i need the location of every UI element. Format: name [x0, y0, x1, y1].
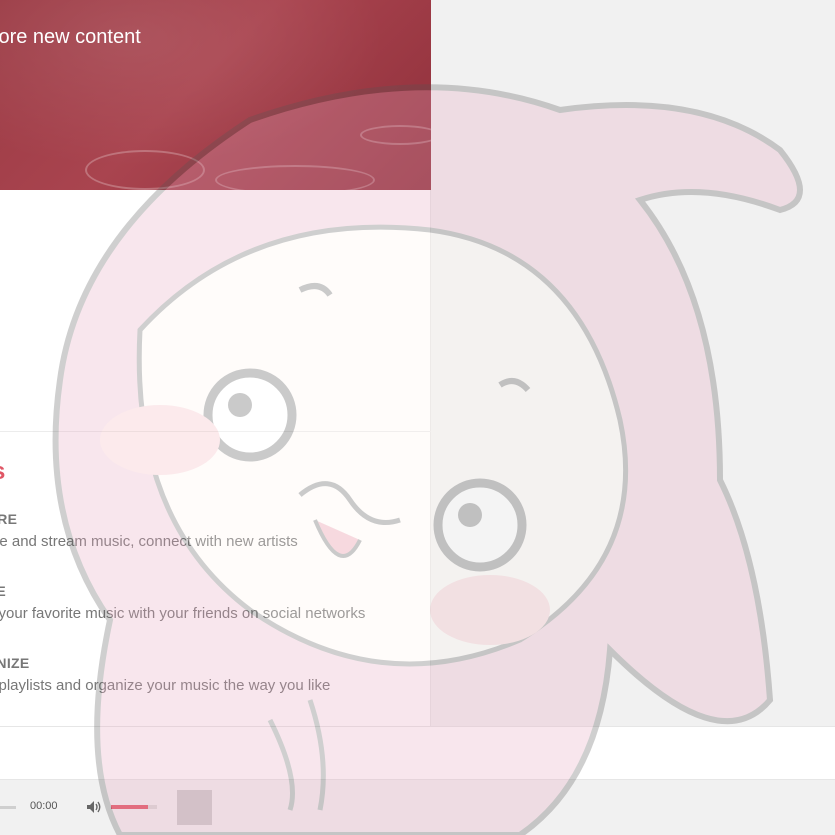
queue-button[interactable]	[177, 790, 212, 825]
drum-shape	[360, 125, 431, 145]
seek-bar[interactable]	[0, 806, 16, 809]
hero-banner: lore new content	[0, 0, 431, 190]
volume-level	[111, 805, 148, 809]
drum-shape	[215, 165, 375, 190]
feature-title-explore: ORE	[0, 511, 18, 527]
volume-slider[interactable]	[111, 805, 157, 809]
volume-icon[interactable]	[85, 798, 103, 816]
feature-title-share: RE	[0, 583, 7, 599]
right-panel	[432, 0, 835, 726]
hero-title: lore new content	[0, 26, 141, 48]
search-input[interactable]	[0, 727, 835, 779]
search-bar	[0, 726, 835, 780]
feature-title-organize: ANIZE	[0, 655, 30, 671]
feature-desc-explore: ore and stream music, connect with new a…	[0, 533, 298, 550]
features-heading: s	[0, 458, 5, 486]
drum-shape	[85, 150, 205, 190]
features-section: s ORE ore and stream music, connect with…	[0, 431, 431, 726]
current-time: 00:00	[30, 800, 58, 812]
feature-desc-share: e your favorite music with your friends …	[0, 605, 366, 622]
feature-desc-organize: e playlists and organize your music the …	[0, 677, 331, 694]
